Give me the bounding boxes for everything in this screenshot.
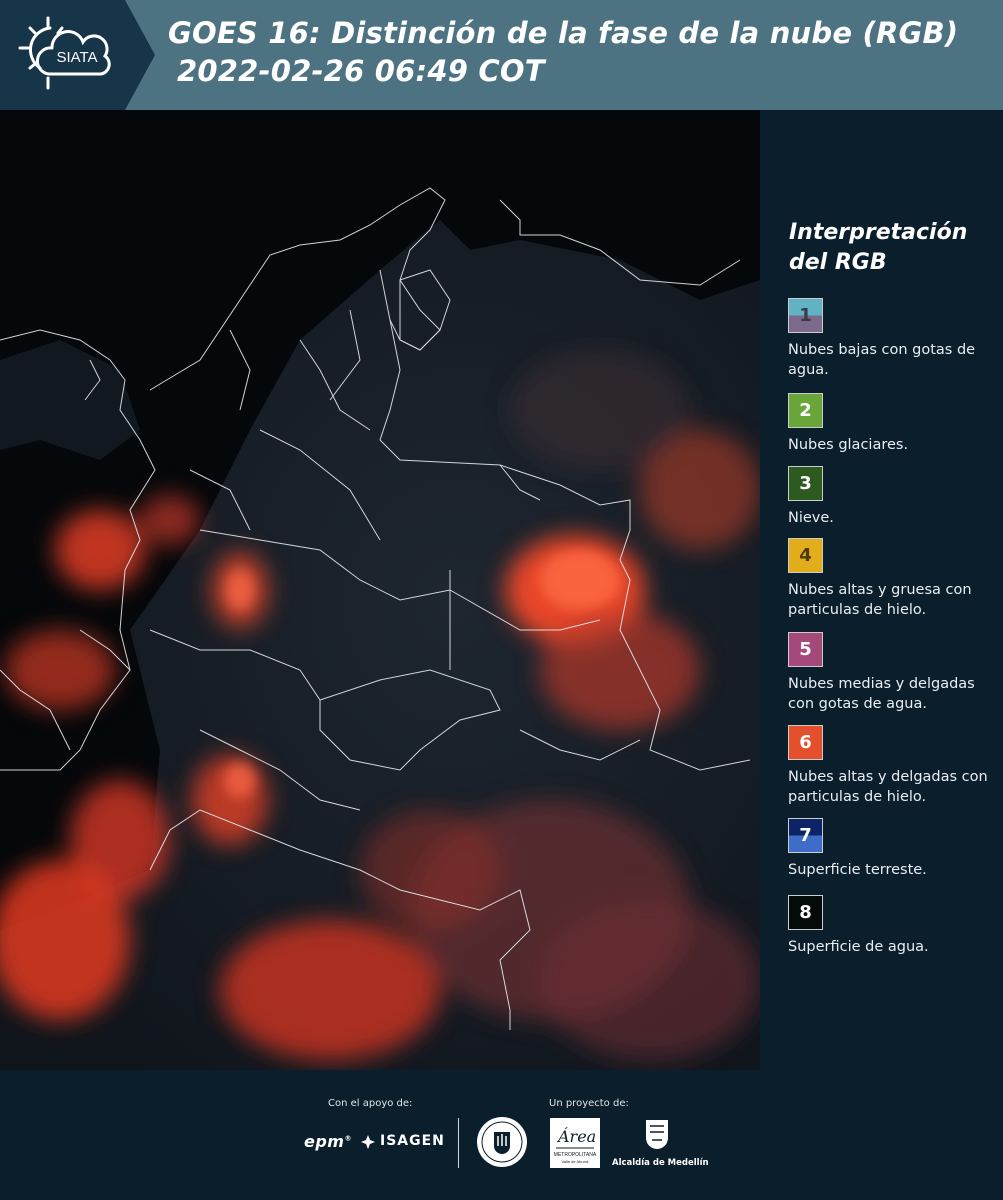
swatch-6: 6 <box>788 725 823 760</box>
siata-logo: SIATA <box>0 0 160 110</box>
legend-title: Interpretación del RGB <box>789 220 968 275</box>
legend-item-6: 6 Nubes altas y delgadas con particulas … <box>788 725 998 807</box>
footer: Con el apoyo de: Un proyecto de: epm® IS… <box>0 1070 1003 1200</box>
legend-item-1: 1 Nubes bajas con gotas de agua. <box>788 298 998 380</box>
legend-item-3: 3 Nieve. <box>788 466 998 528</box>
legend-label-2: Nubes glaciares. <box>788 437 909 453</box>
seal-icon <box>476 1116 528 1168</box>
alcaldia-label: Alcaldía de Medellín <box>612 1158 709 1168</box>
epm-logo: epm® <box>304 1132 352 1151</box>
swatch-2: 2 <box>788 393 823 428</box>
legend-label-7: Superficie terreste. <box>788 862 927 878</box>
svg-text:Valle de Aburrá: Valle de Aburrá <box>561 1159 589 1164</box>
legend-item-2: 2 Nubes glaciares. <box>788 393 998 455</box>
legend-label-8: Superficie de agua. <box>788 939 929 955</box>
legend-label-6: Nubes altas y delgadas con particulas de… <box>788 769 988 805</box>
isagen-logo: ISAGEN <box>380 1133 445 1149</box>
project-label: Un proyecto de: <box>549 1098 629 1109</box>
swatch-7: 7 <box>788 818 823 853</box>
legend-item-4: 4 Nubes altas y gruesa con particulas de… <box>788 538 998 620</box>
support-label: Con el apoyo de: <box>328 1098 413 1109</box>
swatch-5: 5 <box>788 632 823 667</box>
title-line-1: GOES 16: Distinción de la fase de la nub… <box>168 16 959 50</box>
swatch-3: 3 <box>788 466 823 501</box>
legend-item-5: 5 Nubes medias y delgadas con gotas de a… <box>788 632 998 714</box>
isagen-icon <box>360 1134 376 1150</box>
footer-divider <box>458 1118 459 1168</box>
legend-label-5: Nubes medias y delgadas con gotas de agu… <box>788 676 975 712</box>
satellite-map <box>0 110 760 1070</box>
swatch-4: 4 <box>788 538 823 573</box>
header: SIATA GOES 16: Distinción de la fase de … <box>0 0 1003 110</box>
legend-label-1: Nubes bajas con gotas de agua. <box>788 342 976 378</box>
legend-panel: Interpretación del RGB 1 Nubes bajas con… <box>760 110 1003 1070</box>
svg-text:Área: Área <box>556 1126 596 1146</box>
swatch-8: 8 <box>788 895 823 930</box>
legend-label-4: Nubes altas y gruesa con particulas de h… <box>788 582 972 618</box>
logo-text: SIATA <box>56 49 97 66</box>
page-title: GOES 16: Distinción de la fase de la nub… <box>168 14 958 90</box>
area-metropolitana-logo: Área METROPOLITANA Valle de Aburrá <box>550 1118 600 1168</box>
legend-item-8: 8 Superficie de agua. <box>788 895 998 957</box>
swatch-1: 1 <box>788 298 823 333</box>
alcaldia-shield-icon <box>644 1118 670 1154</box>
legend-item-7: 7 Superficie terreste. <box>788 818 998 880</box>
title-line-2: 2022-02-26 06:49 COT <box>177 54 545 88</box>
svg-text:METROPOLITANA: METROPOLITANA <box>554 1152 597 1158</box>
legend-label-3: Nieve. <box>788 510 834 526</box>
